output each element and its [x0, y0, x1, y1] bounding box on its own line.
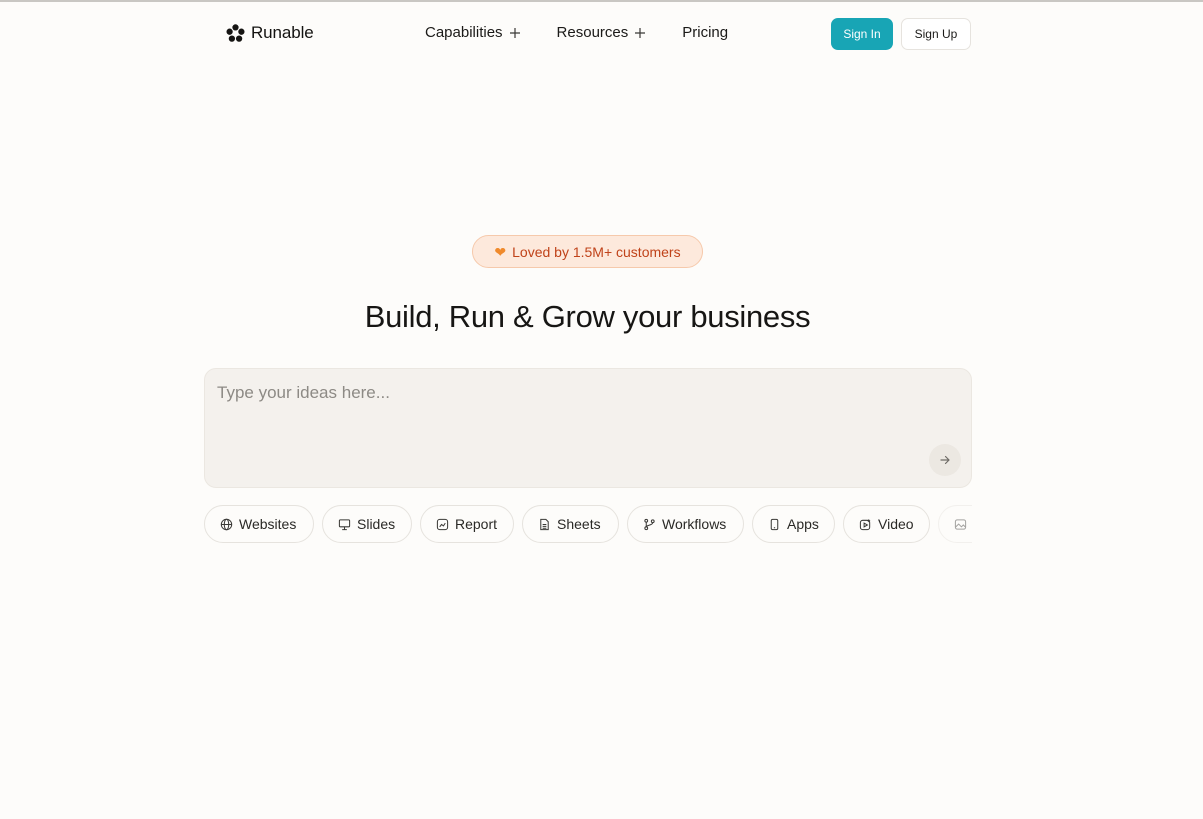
chip-sheets[interactable]: Sheets [522, 505, 619, 543]
brand-logo[interactable]: Runable [226, 23, 314, 43]
arrow-right-icon [940, 455, 950, 465]
brand-name: Runable [251, 23, 314, 42]
header: Runable Capabilities Resources Pricing S… [0, 2, 1203, 66]
runable-logo-icon [226, 23, 245, 42]
nav-capabilities[interactable]: Capabilities [425, 24, 521, 41]
capability-chips: Websites Slides Report Sheets Workflows … [204, 505, 972, 543]
chip-label: Websites [239, 516, 297, 532]
hero-headline: Build, Run & Grow your business [364, 299, 811, 334]
nav-pricing[interactable]: Pricing [682, 24, 728, 41]
customers-badge: ❤ Loved by 1.5M+ customers [472, 235, 703, 268]
chip-websites[interactable]: Websites [204, 505, 314, 543]
sign-up-button[interactable]: Sign Up [901, 18, 971, 50]
nav-pricing-label: Pricing [682, 24, 729, 41]
send-button[interactable] [929, 444, 961, 476]
chip-label: Apps [787, 516, 819, 532]
plus-icon [635, 27, 646, 38]
chip-report[interactable]: Report [420, 505, 514, 543]
prompt-box [204, 368, 972, 488]
chip-label: Slides [357, 516, 396, 532]
chip-label: Workflows [662, 516, 727, 532]
git-branch-icon [644, 518, 655, 530]
presentation-icon [338, 518, 351, 530]
prompt-input[interactable] [217, 383, 917, 443]
badge-text: Loved by 1.5M+ customers [512, 243, 681, 260]
orange-heart-icon: ❤ [494, 243, 507, 260]
chip-workflows[interactable]: Workflows [627, 505, 744, 543]
chip-label: Sheets [557, 516, 601, 532]
chip-image[interactable] [938, 505, 972, 543]
main-nav: Capabilities Resources Pricing [425, 24, 728, 41]
sign-in-button[interactable]: Sign In [831, 18, 893, 50]
video-icon [859, 518, 871, 530]
globe-icon [220, 518, 233, 530]
chip-slides[interactable]: Slides [322, 505, 412, 543]
sheet-icon [540, 518, 549, 530]
chip-label: Video [878, 516, 914, 532]
chip-label: Report [455, 516, 498, 532]
nav-resources[interactable]: Resources [557, 24, 647, 41]
plus-icon [509, 27, 520, 38]
phone-icon [770, 518, 779, 530]
image-icon [954, 518, 967, 530]
report-icon [436, 518, 449, 530]
nav-resources-label: Resources [556, 24, 629, 41]
chip-video[interactable]: Video [843, 505, 930, 543]
chip-apps[interactable]: Apps [752, 505, 835, 543]
nav-capabilities-label: Capabilities [425, 24, 503, 41]
